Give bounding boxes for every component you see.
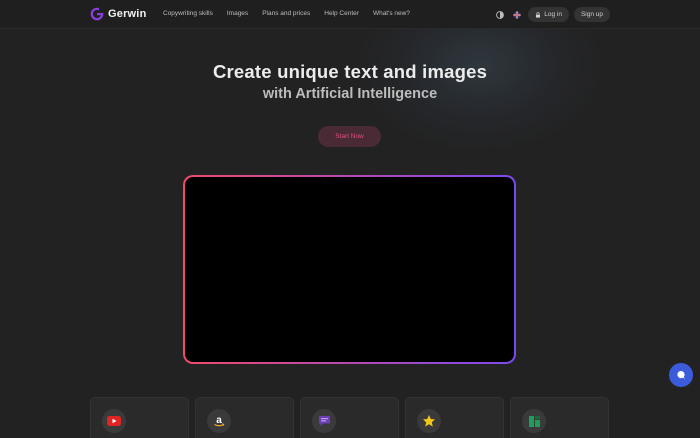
- theme-toggle-icon[interactable]: [494, 9, 506, 21]
- sheets-icon: [522, 409, 546, 433]
- start-now-button[interactable]: Start Now: [318, 126, 381, 147]
- nav-link-plans[interactable]: Plans and prices: [262, 10, 310, 17]
- amazon-icon: a: [207, 409, 231, 433]
- lock-icon: [536, 11, 541, 18]
- nav-link-help-center[interactable]: Help Center: [324, 10, 359, 17]
- top-navbar: Gerwin Copywriting skills Images Plans a…: [0, 0, 700, 29]
- svg-text:a: a: [216, 415, 222, 426]
- integration-card-youtube[interactable]: [90, 397, 189, 438]
- language-flag-icon[interactable]: [511, 9, 523, 21]
- integration-card-sheets[interactable]: [510, 397, 609, 438]
- main-nav: Copywriting skills Images Plans and pric…: [163, 10, 410, 17]
- youtube-icon: [102, 409, 126, 433]
- demo-video-player[interactable]: [185, 177, 514, 362]
- nav-link-whats-new[interactable]: What's new?: [373, 10, 410, 17]
- demo-video-frame: [183, 175, 516, 364]
- brand-name: Gerwin: [108, 8, 147, 20]
- chat-bubble-icon: [312, 409, 336, 433]
- integration-card-star[interactable]: [405, 397, 504, 438]
- nav-link-copywriting[interactable]: Copywriting skills: [163, 10, 213, 17]
- hero-title: Create unique text and images: [212, 61, 488, 82]
- chat-icon: [677, 371, 685, 380]
- brand-logo[interactable]: Gerwin: [90, 7, 147, 21]
- integration-card-amazon[interactable]: a: [195, 397, 294, 438]
- login-button[interactable]: Log in: [528, 7, 569, 22]
- support-chat-button[interactable]: [669, 363, 693, 387]
- star-icon: [417, 409, 441, 433]
- signup-button[interactable]: Sign up: [573, 7, 610, 22]
- integration-card-chat[interactable]: [300, 397, 399, 438]
- login-label: Log in: [544, 11, 562, 18]
- gerwin-logo-icon: [90, 7, 104, 21]
- integration-cards: a: [90, 397, 609, 438]
- nav-link-images[interactable]: Images: [227, 10, 248, 17]
- hero-subtitle: with Artificial Intelligence: [262, 86, 438, 102]
- nav-actions: Log in Sign up: [494, 7, 610, 22]
